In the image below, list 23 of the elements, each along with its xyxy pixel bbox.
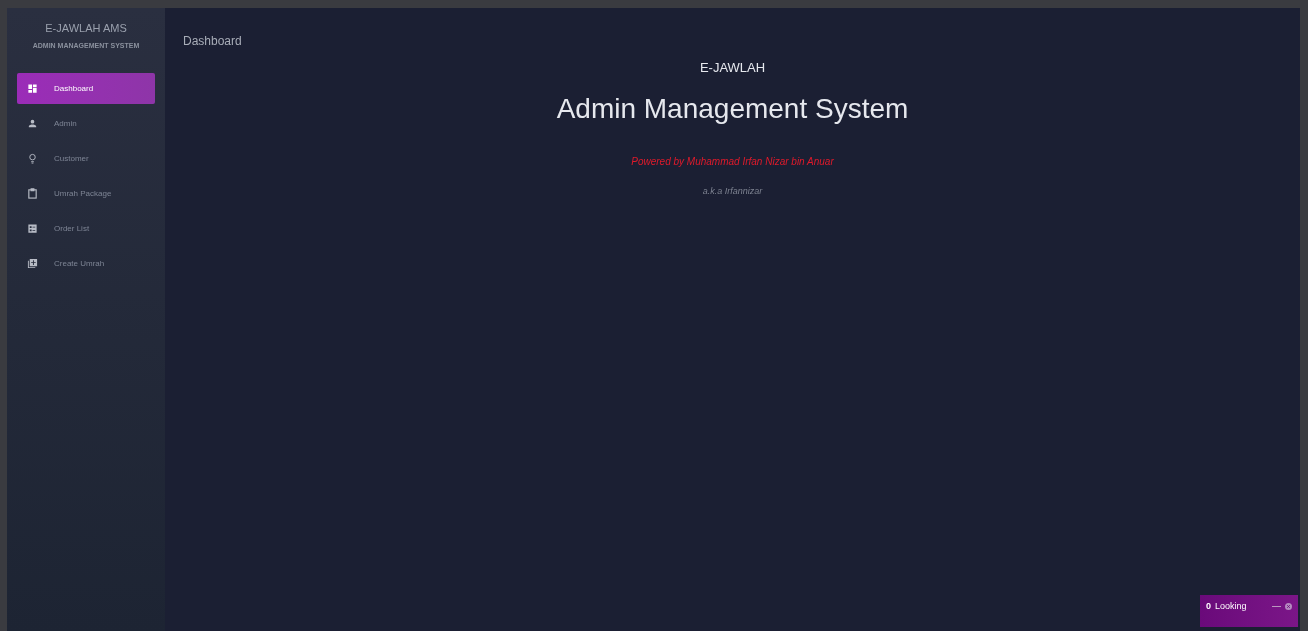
credit-text: Powered by Muhammad Irfan Nizar bin Anuar [631,154,834,169]
lightbulb-icon [27,153,38,164]
page-title: Dashboard [183,34,242,48]
looking-count: 0 [1206,600,1211,613]
sidebar-item[interactable]: Dashboard [17,73,155,104]
sidebar-item[interactable]: Customer [17,143,155,174]
clipboard-icon [27,188,38,199]
add-library-icon [27,258,38,269]
alias-text: a.k.a Irfannizar [702,184,763,198]
sidebar-item[interactable]: Umrah Package [17,178,155,209]
close-icon[interactable] [1285,603,1292,611]
sidebar-item[interactable]: Order List [17,213,155,244]
brand-title: E-JAWLAH AMS [45,21,127,36]
minimize-button[interactable]: — [1272,600,1281,614]
list-icon [27,223,38,234]
main-heading: Admin Management System [556,91,909,126]
sidebar-item[interactable]: Create Umrah [17,248,155,279]
person-icon [27,118,38,129]
app-name: E-JAWLAH [699,59,766,77]
sidebar-item[interactable]: Admin [17,108,155,139]
chat-widget[interactable]: 0 Looking — [1200,595,1298,627]
looking-label: Looking [1215,600,1248,613]
dashboard-icon [27,83,38,94]
